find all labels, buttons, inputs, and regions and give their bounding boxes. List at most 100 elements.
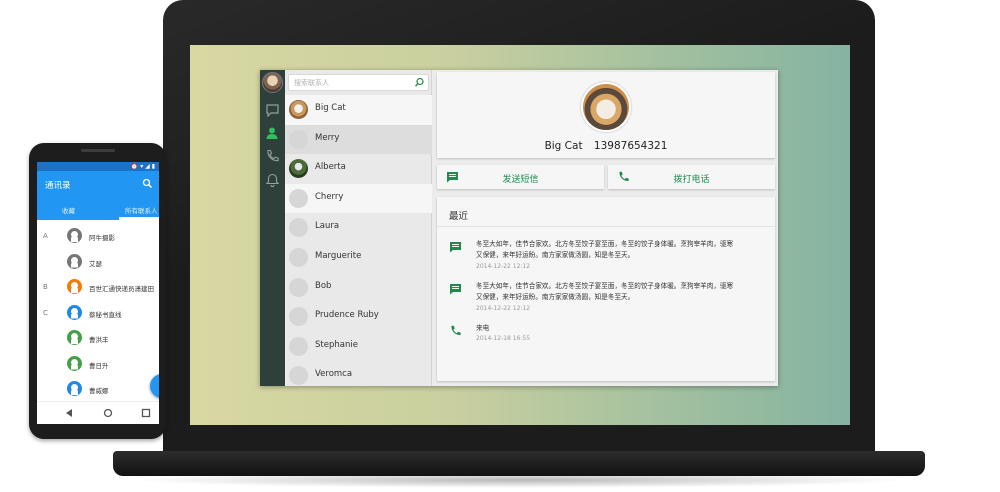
avatar <box>67 330 82 345</box>
contact-name: Stephanie <box>315 339 358 350</box>
contact-avatar <box>289 366 308 386</box>
contact-row[interactable]: Cherry <box>285 183 432 214</box>
list-item[interactable]: 曹洪丰 <box>37 326 159 352</box>
recent-text: 冬至大如年，佳节合家欢。北方冬至饺子宴至面，冬至的饺子身体暖。烹狗宰羊肉，驱寒又… <box>476 282 734 301</box>
laptop-screen: Big Cat Merry Alberta Cherry Laura Margu… <box>190 45 850 425</box>
contact-row[interactable]: Prudence Ruby <box>285 302 432 332</box>
call-button[interactable]: 拨打电话 <box>608 165 775 189</box>
search-icon[interactable] <box>142 178 153 189</box>
contact-row[interactable]: Big Cat <box>285 95 432 125</box>
contact-name: Laura <box>315 221 340 232</box>
contact-name: Prudence Ruby <box>315 310 379 321</box>
contact-row[interactable]: Merry <box>285 124 432 155</box>
avatar <box>67 279 82 294</box>
phone-earpiece <box>81 149 115 152</box>
phone-app-bar: 通讯录 <box>37 171 159 197</box>
contact-detail-pane: Big Cat 13987654321 发送短信 拨打电话 最近 冬至大如年，佳… <box>435 70 778 386</box>
contact-avatar <box>289 188 308 208</box>
message-icon[interactable] <box>265 102 280 118</box>
contact-row[interactable]: Stephanie <box>285 332 432 362</box>
contact-avatar <box>289 247 308 267</box>
contact-name: 阿牛摄影 <box>89 234 115 242</box>
contact-avatar <box>289 336 308 356</box>
contact-list-panel: Big Cat Merry Alberta Cherry Laura Margu… <box>285 70 432 386</box>
recent-text: 冬至大如年，佳节合家欢。北方冬至饺子宴至面，冬至的饺子身体暖。烹狗宰羊肉，驱寒又… <box>476 240 734 259</box>
search-input[interactable] <box>294 75 409 90</box>
status-bar: ⏰ ▾ ◢ ▮ <box>37 162 159 171</box>
contact-avatar <box>289 129 308 149</box>
contact-name: Marguerite <box>315 250 362 261</box>
search-box <box>288 74 429 91</box>
contact-name: Big Cat <box>315 103 346 113</box>
user-avatar[interactable] <box>262 72 283 93</box>
laptop-base <box>113 451 925 476</box>
contact-avatar <box>289 307 308 327</box>
recent-title: 最近 <box>449 211 469 222</box>
tab-favorites[interactable]: 收藏 <box>62 205 75 215</box>
avatar <box>67 304 82 320</box>
contact-avatar <box>289 159 308 179</box>
recents-icon[interactable] <box>140 407 152 419</box>
recent-text: 来电 <box>476 324 490 332</box>
contact-name: Alberta <box>315 162 346 173</box>
list-item[interactable]: A 阿牛摄影 <box>37 224 159 250</box>
profile-card: Big Cat 13987654321 <box>437 72 775 158</box>
message-icon <box>450 284 461 295</box>
contacts-app-window: Big Cat Merry Alberta Cherry Laura Margu… <box>260 70 778 386</box>
phone-contact-list: A 阿牛摄影 艾瑟 B 百世汇通快递员潇建田 C 蔡秘书直线 曹洪丰 曹日升 曹威娜 <box>37 224 159 403</box>
nav-rail <box>260 70 285 386</box>
list-item[interactable]: 曹日升 <box>37 352 159 378</box>
phone-title: 通讯录 <box>45 181 71 191</box>
bell-icon[interactable] <box>265 172 280 187</box>
contact-list: Big Cat Merry Alberta Cherry Laura Margu… <box>285 95 432 391</box>
list-item[interactable]: 艾瑟 <box>37 250 159 276</box>
contact-name: Veromca <box>315 369 353 380</box>
profile-phone: 13987654321 <box>593 140 668 152</box>
recent-time: 2014-12-22 12:12 <box>476 263 531 270</box>
contact-name: 艾瑟 <box>89 259 102 268</box>
contact-name: 曹威娜 <box>89 387 109 395</box>
section-letter: C <box>43 308 48 317</box>
contact-row[interactable]: Marguerite <box>285 243 432 273</box>
section-letter: B <box>43 283 48 291</box>
phone-nav-bar <box>37 401 159 424</box>
divider <box>437 226 775 227</box>
phone-icon <box>451 325 461 336</box>
home-icon[interactable] <box>102 407 114 419</box>
contact-name: Bob <box>315 280 332 291</box>
avatar <box>67 355 82 371</box>
message-icon <box>450 242 461 253</box>
avatar <box>67 228 82 243</box>
contacts-icon[interactable] <box>265 125 280 139</box>
list-item[interactable]: C 蔡秘书直线 <box>37 301 159 327</box>
contact-avatar <box>289 218 308 238</box>
contact-name: 曹洪丰 <box>89 336 109 344</box>
phone-screen: ⏰ ▾ ◢ ▮ 通讯录 收藏 所有联系人 A 阿牛摄影 艾瑟 B 百世汇通快递员潇建… <box>37 162 159 424</box>
contact-name: 曹日升 <box>89 361 109 370</box>
contact-name: 百世汇通快递员潇建田 <box>89 285 154 293</box>
contact-row[interactable]: Bob <box>285 273 432 303</box>
profile-name: Big Cat <box>544 140 583 152</box>
back-icon[interactable] <box>63 407 75 419</box>
section-letter: A <box>43 232 48 240</box>
phone-tabs: 收藏 所有联系人 <box>37 197 159 220</box>
contact-name: Cherry <box>315 191 344 202</box>
contact-row[interactable]: Laura <box>285 213 432 243</box>
send-sms-label: 发送短信 <box>502 175 539 185</box>
avatar <box>67 253 82 269</box>
call-label: 拨打电话 <box>673 175 710 185</box>
list-item[interactable]: 曹威娜 <box>37 377 159 403</box>
send-sms-button[interactable]: 发送短信 <box>437 165 604 189</box>
list-item[interactable]: B 百世汇通快递员潇建田 <box>37 275 159 301</box>
profile-header: Big Cat 13987654321 <box>437 140 775 152</box>
contact-row[interactable]: Veromca <box>285 361 432 391</box>
contact-avatar <box>289 277 308 297</box>
contact-name: Merry <box>315 132 340 143</box>
recent-time: 2014-12-22 12:12 <box>476 305 531 312</box>
contact-row[interactable]: Alberta <box>285 154 432 184</box>
phone-icon[interactable] <box>265 148 280 162</box>
tab-all-contacts[interactable]: 所有联系人 <box>125 205 158 215</box>
recent-activity-card: 最近 冬至大如年，佳节合家欢。北方冬至饺子宴至面，冬至的饺子身体暖。烹狗宰羊肉，… <box>437 197 775 381</box>
avatar <box>67 381 82 396</box>
search-icon[interactable] <box>414 77 425 88</box>
